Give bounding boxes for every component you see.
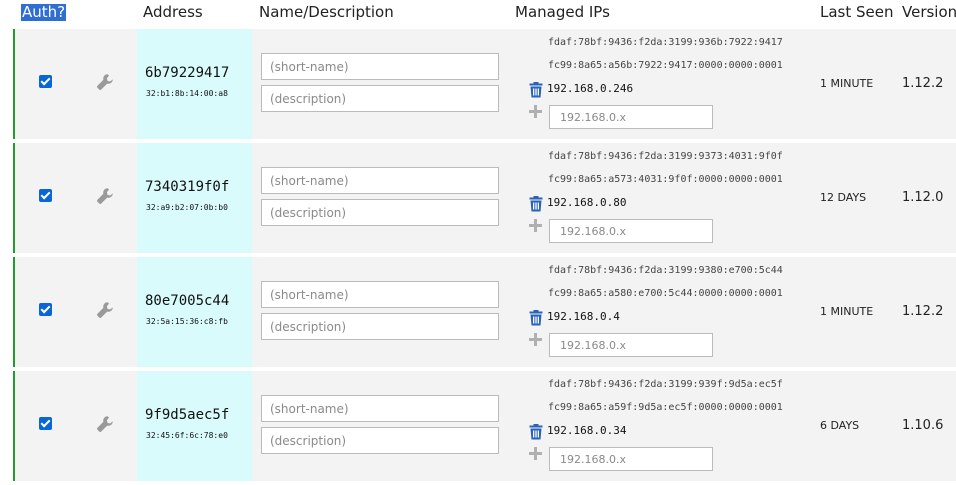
ipv6-address: fc99:8a65:a580:e700:5c44:0000:0000:0001 <box>548 288 783 299</box>
last-seen: 6 DAYS <box>820 419 860 432</box>
address-cell: 9f9d5aec5f 32:45:6f:6c:78:e0 <box>137 371 252 481</box>
address-cell: 7340319f0f 32:a9:b2:07:0b:b0 <box>137 143 252 253</box>
ipv4-address[interactable]: 192.168.0.4 <box>547 310 620 323</box>
wrench-icon[interactable] <box>95 186 115 206</box>
member-id[interactable]: 80e7005c44 <box>145 293 229 309</box>
auth-checkbox[interactable] <box>39 417 52 430</box>
wrench-icon[interactable] <box>95 414 115 434</box>
ipv6-address: fc99:8a65:a59f:9d5a:ec5f:0000:0000:0001 <box>548 402 783 413</box>
description-input[interactable] <box>261 313 499 340</box>
new-ip-input[interactable] <box>549 333 713 357</box>
member-row: 6b79229417 32:b1:8b:14:00:a8 fdaf:78bf:9… <box>13 29 956 139</box>
ipv6-address: fc99:8a65:a573:4031:9f0f:0000:0000:0001 <box>548 174 783 185</box>
new-ip-input[interactable] <box>549 447 713 471</box>
wrench-icon[interactable] <box>95 72 115 92</box>
address-cell: 6b79229417 32:b1:8b:14:00:a8 <box>137 29 252 139</box>
ipv4-address[interactable]: 192.168.0.80 <box>547 196 626 209</box>
ipv6-address: fdaf:78bf:9436:f2da:3199:936b:7922:9417 <box>548 37 783 48</box>
new-ip-input[interactable] <box>549 219 713 243</box>
short-name-input[interactable] <box>261 167 499 194</box>
ipv6-address: fdaf:78bf:9436:f2da:3199:9373:4031:9f0f <box>548 151 783 162</box>
trash-icon[interactable] <box>529 82 543 98</box>
version: 1.12.2 <box>902 76 944 91</box>
auth-checkbox[interactable] <box>39 75 52 88</box>
short-name-input[interactable] <box>261 53 499 80</box>
description-input[interactable] <box>261 85 499 112</box>
member-id[interactable]: 9f9d5aec5f <box>145 407 229 423</box>
header-last-seen[interactable]: Last Seen <box>820 3 894 21</box>
trash-icon[interactable] <box>529 310 543 326</box>
member-mac: 32:5a:15:36:c8:fb <box>146 317 228 326</box>
member-row: 9f9d5aec5f 32:45:6f:6c:78:e0 fdaf:78bf:9… <box>13 371 956 481</box>
ipv6-address: fdaf:78bf:9436:f2da:3199:9380:e700:5c44 <box>548 265 783 276</box>
member-id[interactable]: 6b79229417 <box>145 65 229 81</box>
ipv4-address[interactable]: 192.168.0.246 <box>547 82 633 95</box>
version: 1.12.2 <box>902 304 944 319</box>
ipv6-address: fc99:8a65:a56b:7922:9417:0000:0000:0001 <box>548 60 783 71</box>
plus-icon[interactable] <box>528 104 543 119</box>
trash-icon[interactable] <box>529 196 543 212</box>
last-seen: 1 MINUTE <box>820 77 874 90</box>
table-header: Auth? Address Name/Description Managed I… <box>0 0 956 28</box>
member-id[interactable]: 7340319f0f <box>145 179 229 195</box>
short-name-input[interactable] <box>261 395 499 422</box>
header-version[interactable]: Version <box>902 3 956 21</box>
address-cell: 80e7005c44 32:5a:15:36:c8:fb <box>137 257 252 367</box>
short-name-input[interactable] <box>261 281 499 308</box>
version: 1.10.6 <box>902 418 944 433</box>
auth-checkbox[interactable] <box>39 303 52 316</box>
member-mac: 32:a9:b2:07:0b:b0 <box>146 203 228 212</box>
last-seen: 12 DAYS <box>820 191 867 204</box>
description-input[interactable] <box>261 199 499 226</box>
plus-icon[interactable] <box>528 446 543 461</box>
ipv4-address[interactable]: 192.168.0.34 <box>547 424 626 437</box>
member-row: 80e7005c44 32:5a:15:36:c8:fb fdaf:78bf:9… <box>13 257 956 367</box>
trash-icon[interactable] <box>529 424 543 440</box>
member-mac: 32:45:6f:6c:78:e0 <box>146 431 228 440</box>
header-auth[interactable]: Auth? <box>21 4 67 21</box>
header-address[interactable]: Address <box>143 3 203 21</box>
member-mac: 32:b1:8b:14:00:a8 <box>146 89 228 98</box>
header-name-description[interactable]: Name/Description <box>259 3 394 21</box>
plus-icon[interactable] <box>528 332 543 347</box>
new-ip-input[interactable] <box>549 105 713 129</box>
wrench-icon[interactable] <box>95 300 115 320</box>
version: 1.12.0 <box>902 190 944 205</box>
description-input[interactable] <box>261 427 499 454</box>
last-seen: 1 MINUTE <box>820 305 874 318</box>
auth-checkbox[interactable] <box>39 189 52 202</box>
member-row: 7340319f0f 32:a9:b2:07:0b:b0 fdaf:78bf:9… <box>13 143 956 253</box>
ipv6-address: fdaf:78bf:9436:f2da:3199:939f:9d5a:ec5f <box>548 379 783 390</box>
plus-icon[interactable] <box>528 218 543 233</box>
header-managed-ips[interactable]: Managed IPs <box>515 3 610 21</box>
